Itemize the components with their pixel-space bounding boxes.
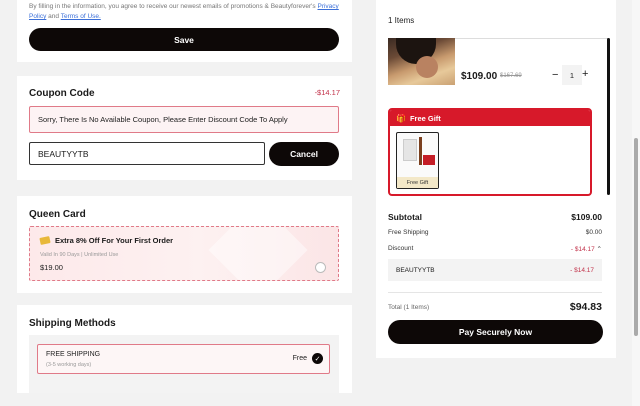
coupon-input[interactable]: BEAUTYYTB — [29, 142, 265, 165]
applied-code-row: BEAUTYYTB - $14.17 — [388, 259, 602, 281]
items-count: 1 Items — [388, 16, 415, 25]
shipping-method-price: Free — [292, 355, 307, 362]
qty-increase-button[interactable]: + — [582, 68, 588, 80]
cart-scrollbar-thumb[interactable] — [607, 38, 610, 195]
shipping-option-free[interactable]: FREE SHIPPING (3-5 working days) Free ✓ — [37, 344, 330, 374]
decorative-shape — [208, 227, 308, 280]
order-summary: 1 Items $109.00 $167.69 − 1 + 🎁 Free Gif… — [376, 0, 616, 358]
save-button[interactable]: Save — [29, 28, 339, 51]
ticket-icon — [39, 236, 51, 245]
shipping-method-days: (3-5 working days) — [46, 362, 92, 368]
qty-value[interactable]: 1 — [562, 65, 582, 85]
subtotal-row: Subtotal $109.00 — [388, 212, 602, 222]
pay-securely-button[interactable]: Pay Securely Now — [388, 320, 603, 344]
discount-label: Discount — [388, 245, 414, 252]
legal-and-text: and — [48, 13, 60, 20]
page-scrollbar[interactable] — [632, 0, 640, 406]
shipping-cost-row: Free Shipping $0.00 — [388, 229, 602, 236]
free-gift-label: Free Gift — [397, 177, 438, 188]
total-value: $94.83 — [569, 301, 602, 313]
terms-of-use-link[interactable]: Terms of Use. — [61, 13, 101, 20]
product-image[interactable] — [388, 38, 455, 85]
queen-card-validity: Valid In 90 Days | Unlimited Use — [40, 252, 119, 258]
gift-product-box — [403, 139, 417, 161]
total-label: Total (1 Items) — [388, 303, 430, 311]
queen-card-title: Queen Card — [29, 209, 86, 220]
discount-row[interactable]: Discount - $14.17 ⌃ — [388, 245, 602, 253]
free-gift-header: 🎁 Free Gift — [390, 110, 590, 126]
coupon-amount: -$14.17 — [314, 88, 340, 97]
free-gift-box: 🎁 Free Gift Free Gift — [388, 108, 592, 196]
page-scrollbar-thumb[interactable] — [634, 138, 638, 336]
applied-code-name: BEAUTYYTB — [396, 266, 435, 274]
queen-card-radio[interactable] — [315, 262, 326, 273]
contact-card: By filling in the information, you agree… — [17, 0, 352, 62]
subtotal-label: Subtotal — [388, 212, 422, 222]
product-image-model — [416, 56, 438, 78]
queen-card-section: Queen Card Extra 8% Off For Your First O… — [17, 196, 352, 293]
shipping-options: FREE SHIPPING (3-5 working days) Free ✓ — [29, 335, 339, 393]
shipping-section: Shipping Methods FREE SHIPPING (3-5 work… — [17, 305, 352, 393]
cancel-coupon-button[interactable]: Cancel — [269, 142, 339, 166]
applied-code-value: - $14.17 — [570, 266, 594, 274]
queen-card-headline: Extra 8% Off For Your First Order — [39, 236, 174, 245]
queen-card-option[interactable]: Extra 8% Off For Your First Order Valid … — [29, 226, 339, 281]
shipping-cost-value: $0.00 — [585, 229, 602, 236]
shipping-title: Shipping Methods — [29, 318, 116, 329]
legal-text: By filling in the information, you agree… — [29, 3, 316, 10]
free-gift-title: Free Gift — [409, 113, 441, 123]
shipping-cost-label: Free Shipping — [388, 229, 429, 236]
free-gift-item[interactable]: Free Gift — [396, 132, 439, 189]
product-old-price: $167.69 — [500, 73, 522, 79]
queen-card-price: $19.00 — [40, 263, 63, 272]
discount-value-wrap: - $14.17 ⌃ — [571, 245, 602, 253]
queen-card-headline-text: Extra 8% Off For Your First Order — [55, 236, 174, 245]
coupon-message: Sorry, There Is No Available Coupon, Ple… — [29, 106, 339, 133]
checkmark-icon: ✓ — [312, 353, 323, 364]
gift-product-pouch — [423, 155, 435, 165]
chevron-up-icon[interactable]: ⌃ — [597, 246, 602, 253]
product-price: $109.00 — [461, 71, 498, 82]
divider — [388, 292, 602, 293]
cart-scrollbar[interactable] — [607, 38, 611, 198]
gift-icon: 🎁 — [396, 113, 406, 123]
subtotal-value: $109.00 — [571, 212, 602, 222]
gift-product-brush — [419, 137, 422, 165]
shipping-method-name: FREE SHIPPING — [46, 351, 101, 358]
legal-consent-text: By filling in the information, you agree… — [29, 2, 344, 22]
qty-decrease-button[interactable]: − — [552, 69, 558, 81]
coupon-title: Coupon Code — [29, 88, 95, 99]
coupon-card: Coupon Code -$14.17 Sorry, There Is No A… — [17, 76, 352, 180]
total-row: Total (1 Items) $94.83 — [388, 301, 602, 313]
discount-value: - $14.17 — [570, 246, 595, 253]
